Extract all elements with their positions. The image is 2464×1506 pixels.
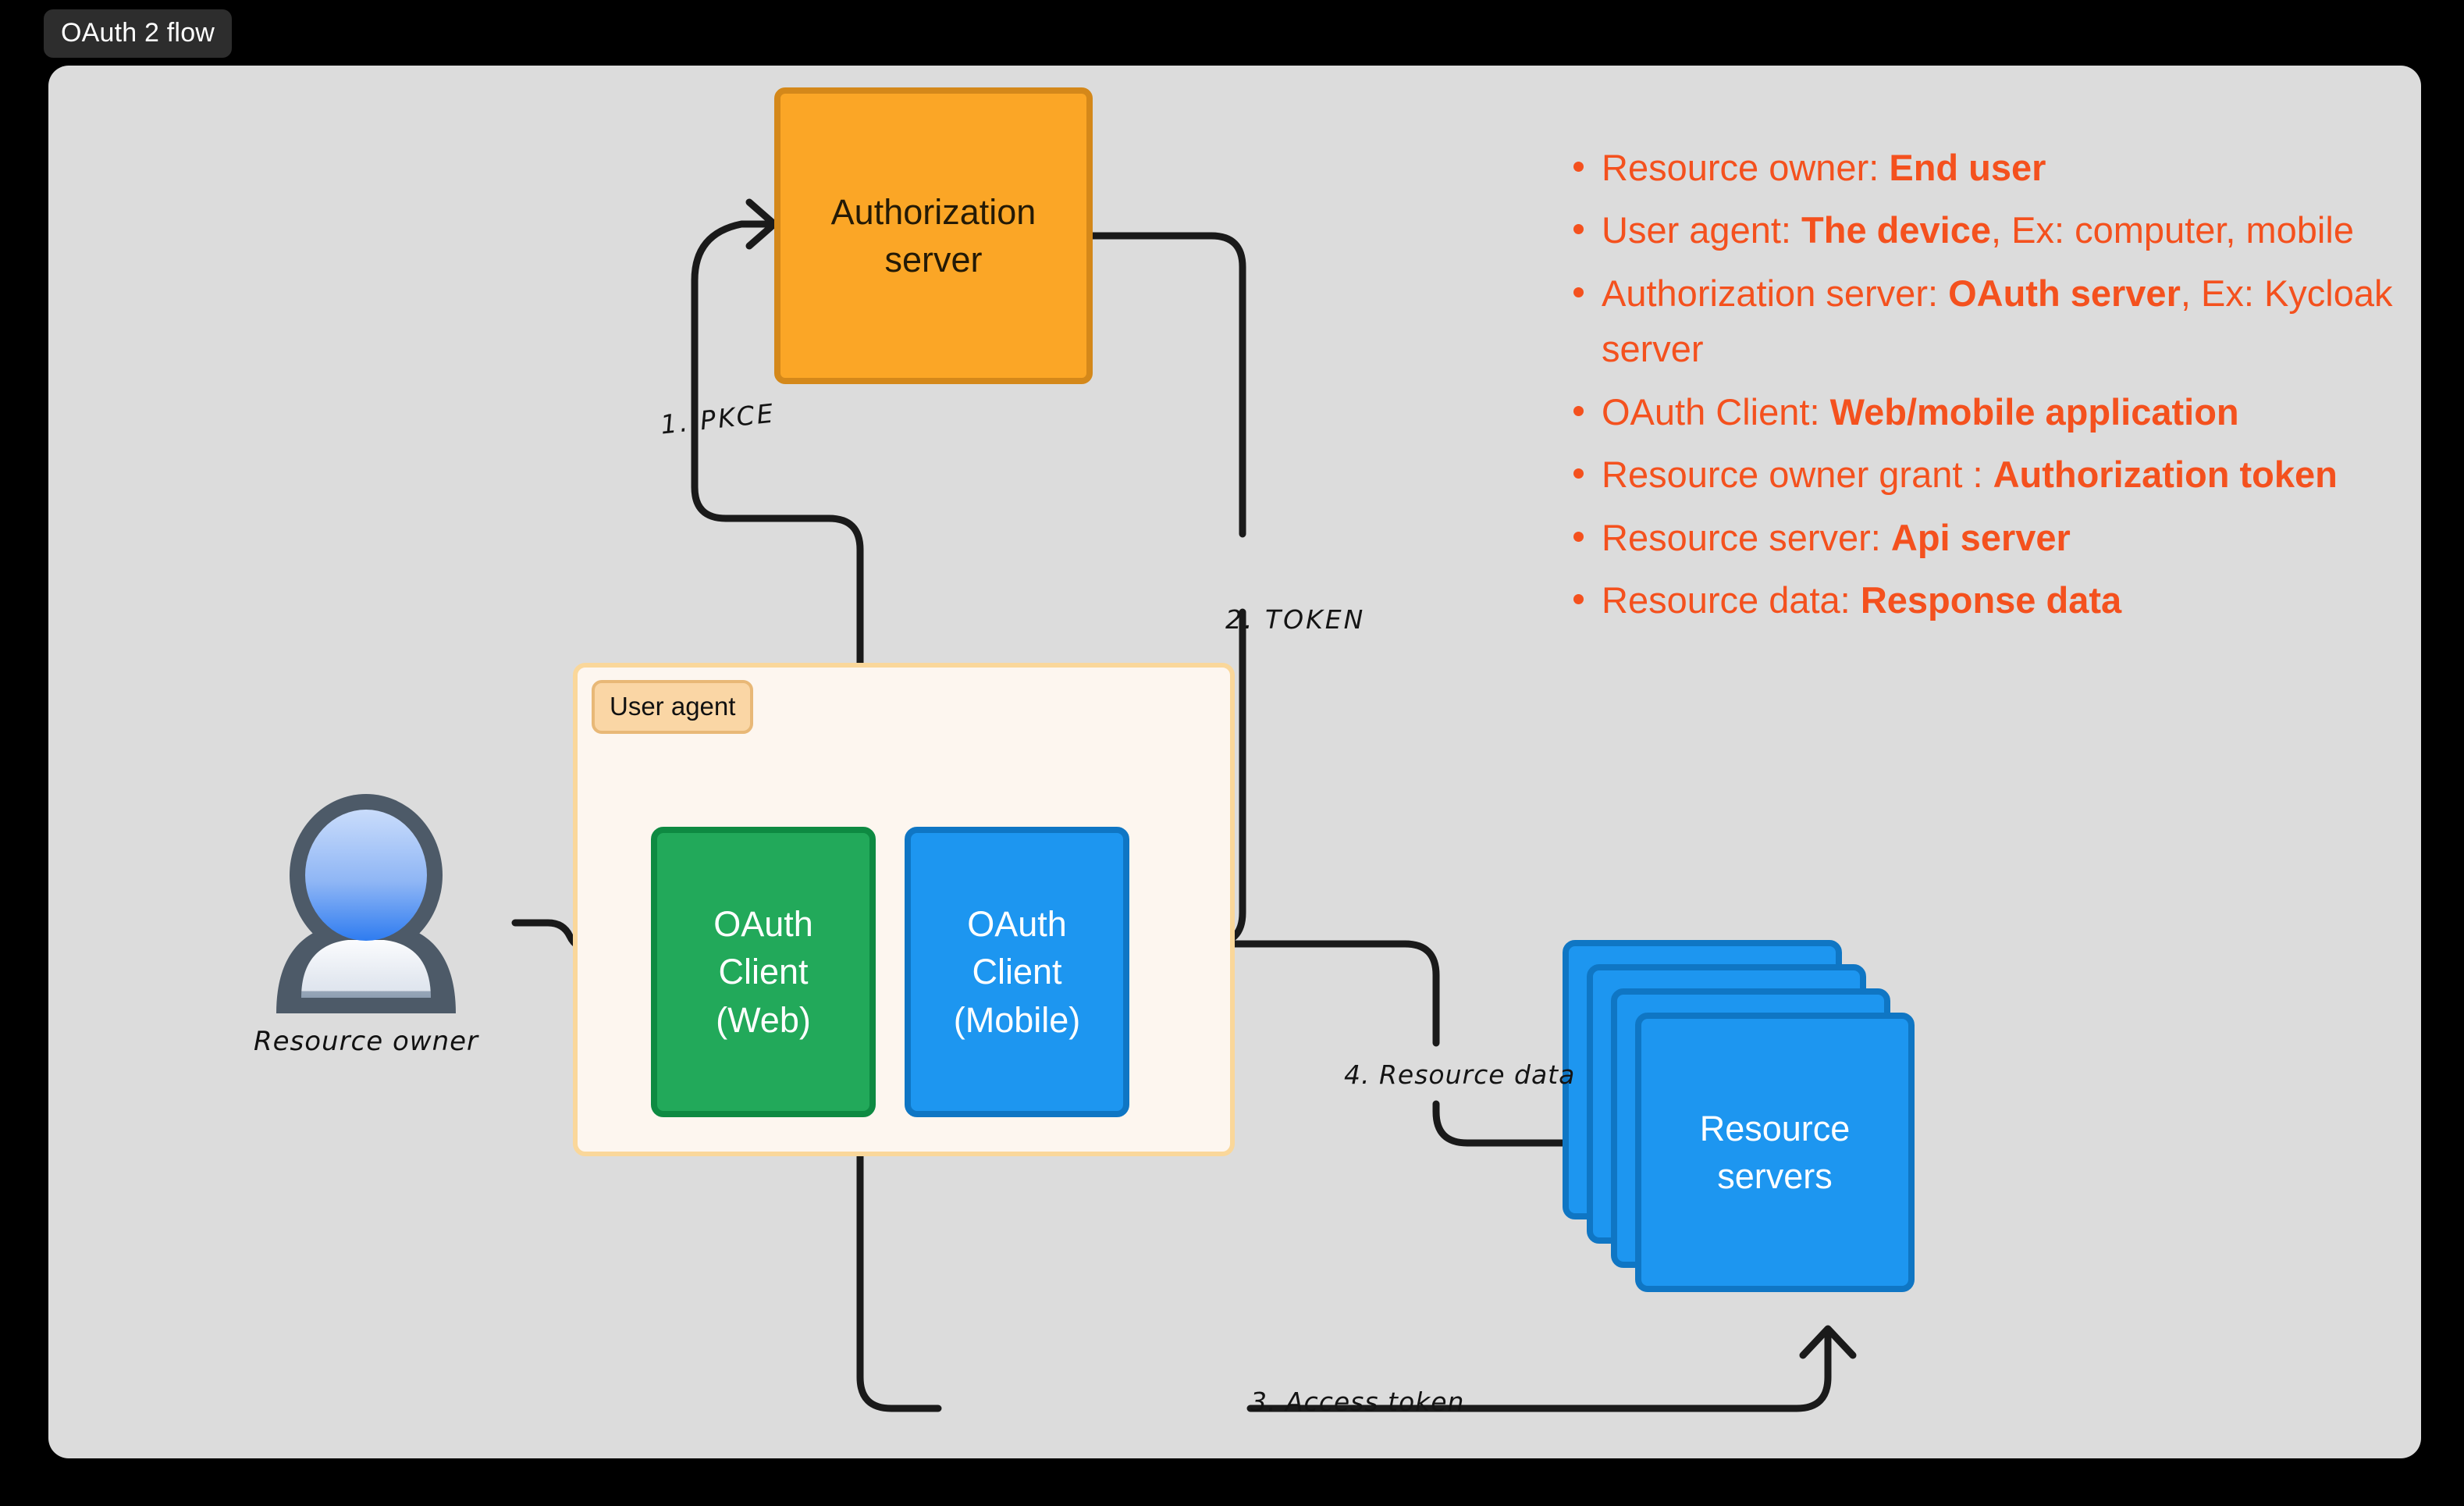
node-oauth-client-web-label: OAuth Client (Web) <box>713 904 813 1040</box>
edge-access-token-line-left <box>856 1152 942 1412</box>
legend-item: Resource owner grant : Authorization tok… <box>1572 447 2399 502</box>
node-resource-owner-label: Resource owner <box>253 1026 479 1057</box>
legend-item-value: Response data <box>1860 579 2122 621</box>
legend-item-value: Web/mobile application <box>1829 390 2239 433</box>
edge-label-pkce: 1. PKCE <box>659 397 777 440</box>
legend-item-value: The device <box>1801 209 1991 251</box>
person-icon <box>276 794 456 1013</box>
node-oauth-client-web[interactable]: OAuth Client (Web) <box>651 827 876 1117</box>
legend-item: Resource server: Api server <box>1572 510 2399 565</box>
legend-item-prefix: Resource server: <box>1602 516 1891 558</box>
legend-item-prefix: Resource data: <box>1602 579 1861 621</box>
legend-item-value: OAuth server <box>1948 272 2181 314</box>
legend-item-prefix: Resource owner: <box>1602 147 1890 188</box>
window-title-tab[interactable]: OAuth 2 flow <box>44 9 233 58</box>
edge-access-token-arrowhead <box>1799 1325 1857 1359</box>
legend-items: Resource owner: End user User agent: The … <box>1572 140 2399 628</box>
edge-pkce-arrowhead <box>691 198 778 284</box>
edge-label-access-token: 3. Access token <box>1250 1387 1465 1417</box>
legend-item: OAuth Client: Web/mobile application <box>1572 384 2399 440</box>
node-authorization-server-label: Authorization server <box>830 191 1036 279</box>
legend-item: Authorization server: OAuth server, Ex: … <box>1572 265 2399 377</box>
edge-token-line <box>1089 232 1246 538</box>
legend-item-value: Api server <box>1890 516 2071 558</box>
legend-item-prefix: Authorization server: <box>1602 272 1949 314</box>
legend-item-suffix: , Ex: computer, mobile <box>1990 209 2354 251</box>
legend-item-prefix: OAuth Client: <box>1602 390 1830 433</box>
resource-server-card-front[interactable]: Resource servers <box>1635 1013 1915 1292</box>
legend-item: Resource owner: End user <box>1572 140 2399 195</box>
group-user-agent-badge[interactable]: User agent <box>592 680 754 734</box>
legend-item-prefix: User agent: <box>1602 209 1802 251</box>
legend-item: User agent: The device, Ex: computer, mo… <box>1572 202 2399 258</box>
legend-list: Resource owner: End user User agent: The … <box>1572 140 2399 636</box>
legend-item: Resource data: Response data <box>1572 572 2399 628</box>
node-resource-owner[interactable]: Resource owner <box>253 792 479 1104</box>
node-resource-servers[interactable]: Resource servers <box>1563 940 1953 1307</box>
node-oauth-client-mobile[interactable]: OAuth Client (Mobile) <box>905 827 1129 1117</box>
diagram-canvas[interactable]: Authorization server User agent OAuth Cl… <box>48 66 2421 1458</box>
legend-item-prefix: Resource owner grant : <box>1602 454 1993 496</box>
edge-label-token: 2. TOKEN <box>1225 604 1366 635</box>
node-oauth-client-mobile-label: OAuth Client (Mobile) <box>953 904 1081 1040</box>
legend-item-value: Authorization token <box>1993 454 2338 496</box>
node-authorization-server[interactable]: Authorization server <box>774 87 1093 384</box>
edge-label-resource-data: 4. Resource data <box>1344 1059 1576 1090</box>
legend-item-value: End user <box>1889 147 2046 188</box>
node-resource-servers-label: Resource servers <box>1699 1108 1851 1196</box>
